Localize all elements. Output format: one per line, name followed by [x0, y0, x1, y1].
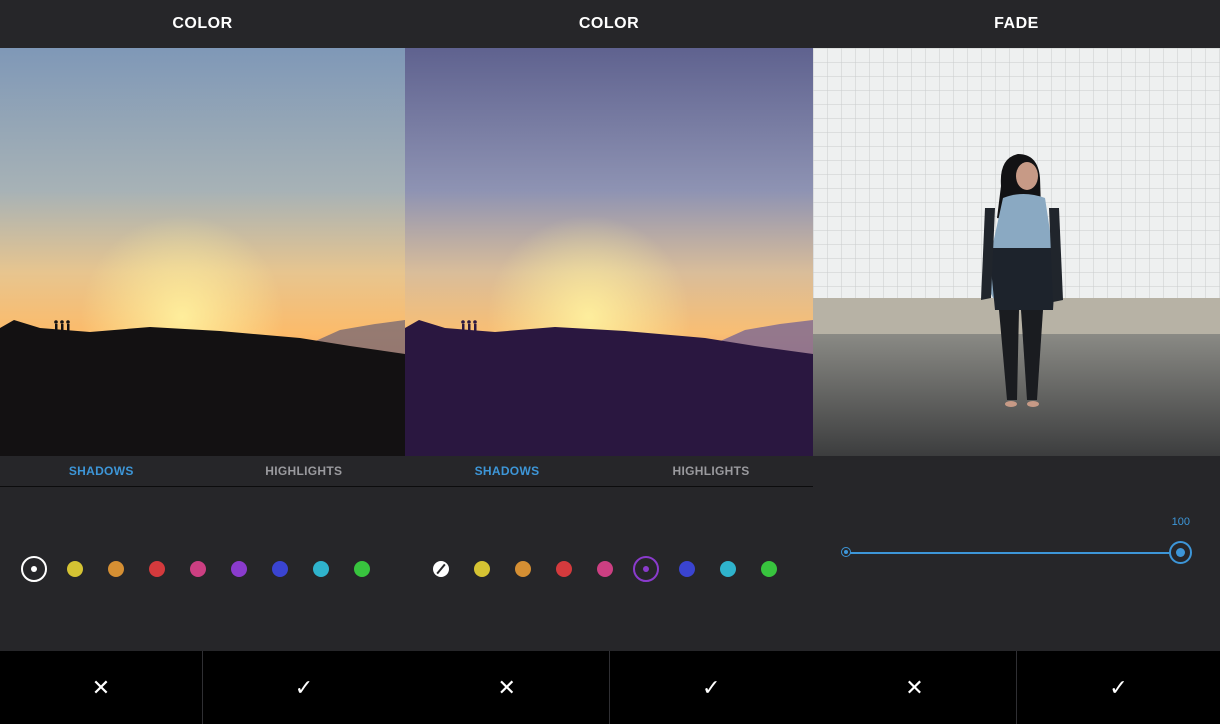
slider-value: 100 — [1171, 516, 1190, 528]
checkmark-icon: ✓ — [702, 674, 721, 700]
color-swatches — [405, 552, 813, 586]
color-swatch[interactable] — [597, 561, 613, 577]
sunset-photo-tinted — [405, 48, 813, 456]
shadows-highlights-tabs: SHADOWS HIGHLIGHTS — [0, 456, 405, 487]
bottom-action-bar: ✕ ✓ — [813, 651, 1220, 724]
color-swatch[interactable] — [515, 561, 531, 577]
color-swatch[interactable] — [474, 561, 490, 577]
shadows-highlights-tabs: SHADOWS HIGHLIGHTS — [405, 456, 813, 487]
tab-shadows[interactable]: SHADOWS — [0, 456, 203, 486]
color-swatch[interactable] — [313, 561, 329, 577]
bottom-action-bar: ✕ ✓ — [0, 651, 405, 724]
confirm-button[interactable]: ✓ — [202, 651, 405, 724]
color-swatch[interactable] — [761, 561, 777, 577]
color-panel-purple: COLOR SHADOWS HIGHLIGHTS ✕ ✓ — [405, 0, 813, 724]
panel-title: FADE — [994, 15, 1039, 32]
confirm-button[interactable]: ✓ — [608, 651, 814, 724]
slider-handle[interactable] — [1169, 541, 1192, 564]
tab-shadows[interactable]: SHADOWS — [405, 456, 609, 486]
confirm-button[interactable]: ✓ — [1016, 651, 1220, 724]
color-swatch[interactable] — [190, 561, 206, 577]
slider-track[interactable] — [847, 552, 1190, 554]
cancel-button[interactable]: ✕ — [813, 651, 1016, 724]
color-swatch[interactable] — [108, 561, 124, 577]
color-swatches — [0, 552, 405, 586]
photo-image — [813, 48, 1220, 456]
selected-dot-icon — [643, 566, 649, 572]
slash-icon — [436, 563, 446, 575]
color-swatch[interactable] — [21, 556, 47, 582]
tab-highlights[interactable]: HIGHLIGHTS — [203, 456, 406, 486]
sunset-photo — [0, 48, 405, 456]
photo-image — [405, 48, 813, 456]
checkmark-icon: ✓ — [1109, 674, 1128, 700]
fade-slider[interactable]: 100 — [813, 510, 1220, 570]
photo-image — [0, 48, 405, 456]
color-swatch[interactable] — [633, 556, 659, 582]
panel-title: COLOR — [172, 15, 233, 32]
bottom-action-bar: ✕ ✓ — [405, 651, 813, 724]
color-swatch[interactable] — [556, 561, 572, 577]
color-swatch[interactable] — [149, 561, 165, 577]
color-panel-original: COLOR SHADOWS HIGHLIGHTS ✕ ✓ — [0, 0, 405, 724]
no-color-swatch[interactable] — [433, 561, 449, 577]
close-icon: ✕ — [91, 674, 111, 700]
panel-title: COLOR — [578, 15, 640, 32]
close-icon: ✕ — [497, 674, 516, 700]
color-swatch[interactable] — [354, 561, 370, 577]
color-swatch[interactable] — [272, 561, 288, 577]
checkmark-icon: ✓ — [294, 674, 314, 700]
color-swatch[interactable] — [679, 561, 695, 577]
color-swatch[interactable] — [67, 561, 83, 577]
fade-panel: FADE 100 ✕ ✓ — [813, 0, 1220, 724]
slider-start-marker — [841, 547, 851, 557]
cancel-button[interactable]: ✕ — [0, 651, 202, 724]
selected-dot-icon — [31, 566, 37, 572]
close-icon: ✕ — [905, 674, 924, 700]
color-swatch[interactable] — [231, 561, 247, 577]
cancel-button[interactable]: ✕ — [405, 651, 609, 724]
color-swatch[interactable] — [720, 561, 736, 577]
portrait-photo — [813, 48, 1220, 456]
tab-highlights[interactable]: HIGHLIGHTS — [609, 456, 813, 486]
